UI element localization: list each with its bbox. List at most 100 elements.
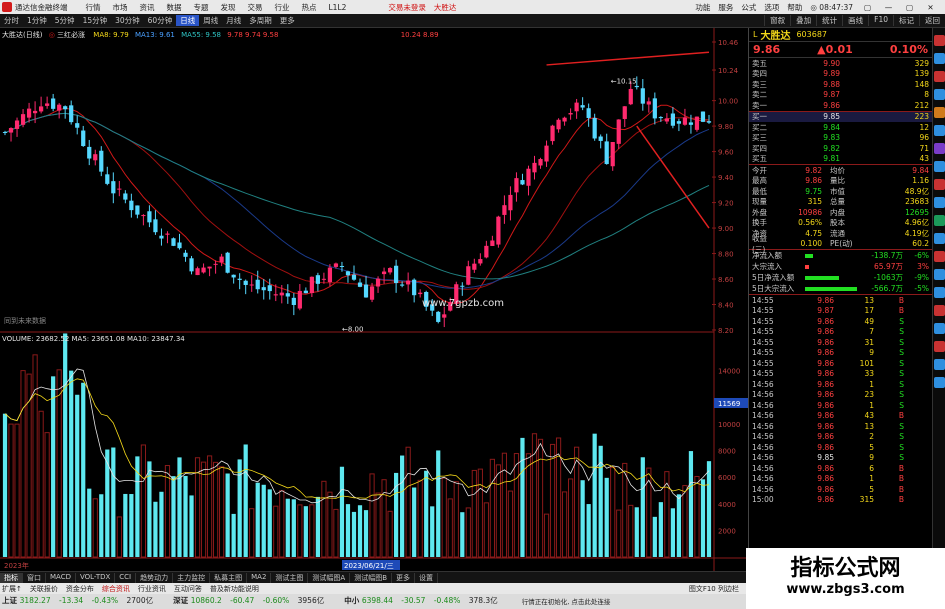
stock-notice[interactable]: 大胜达: [434, 2, 457, 13]
bid-row[interactable]: 买二 9.84 12: [749, 122, 932, 133]
menu-item-5[interactable]: 发现: [221, 3, 236, 12]
side-tool-icon[interactable]: [934, 305, 945, 316]
side-tool-icon[interactable]: [934, 251, 945, 262]
indicator-tab-1[interactable]: 窗口: [23, 572, 46, 583]
side-tool-icon[interactable]: [934, 53, 945, 64]
ask-row[interactable]: 卖一 9.86 212: [749, 100, 932, 111]
volume-bar: [183, 475, 188, 557]
side-tool-icon[interactable]: [934, 287, 945, 298]
side-tool-icon[interactable]: [934, 377, 945, 388]
period-tab-10[interactable]: 更多: [276, 15, 299, 26]
toolbar-btn-4[interactable]: F10: [868, 15, 893, 26]
toolbar-btn-1[interactable]: 叠加: [790, 15, 816, 26]
side-tool-icon[interactable]: [934, 161, 945, 172]
side-tool-icon[interactable]: [934, 71, 945, 82]
indicator-tab-3[interactable]: VOL-TDX: [76, 572, 116, 583]
side-tool-icon[interactable]: [934, 89, 945, 100]
indicator-tab-12[interactable]: 更多: [392, 572, 416, 583]
indicator-tab-10[interactable]: 测试幅图A: [308, 572, 351, 583]
menu-item-2[interactable]: 资讯: [140, 3, 155, 12]
period-tab-7[interactable]: 周线: [199, 15, 222, 26]
login-notice[interactable]: 交易未登录: [388, 2, 426, 13]
kline-chart-area[interactable]: 10.46 10.24 10.00 9.80 9.60 9.40 9.20 9.00 8.80 8…: [0, 28, 748, 571]
ext-tab-3[interactable]: 综合资讯: [102, 584, 130, 594]
indicator-tab-7[interactable]: 私募主图: [210, 572, 248, 583]
tick-list[interactable]: 14:55 9.86 13 B 14:55 9.87 17 B 14:55 9.86 49 S 14:5…: [749, 294, 932, 505]
menu-item-3[interactable]: 数据: [167, 3, 182, 12]
toolbar-btn-5[interactable]: 标记: [893, 15, 919, 26]
toolbar-btn-3[interactable]: 画线: [842, 15, 868, 26]
bid-row[interactable]: 买五 9.81 43: [749, 154, 932, 165]
period-tab-4[interactable]: 30分钟: [111, 15, 144, 26]
indicator-tab-0[interactable]: 指标: [0, 572, 23, 583]
index-item[interactable]: 深证 10860.2 -60.47 -0.60% 3956亿: [173, 595, 330, 606]
ext-tab-6[interactable]: 普及新功能说明: [210, 584, 259, 594]
candle-body: [406, 280, 411, 285]
period-tab-2[interactable]: 5分钟: [51, 15, 79, 26]
indicator-tab-4[interactable]: CCI: [115, 572, 137, 583]
top-right-item-0[interactable]: 功能: [695, 2, 710, 13]
kline-svg[interactable]: 10.46 10.24 10.00 9.80 9.60 9.40 9.20 9.00 8.80 8…: [0, 28, 748, 571]
menu-item-1[interactable]: 市场: [113, 3, 128, 12]
period-tab-1[interactable]: 1分钟: [23, 15, 51, 26]
f10-link[interactable]: 图文F10 列边栏: [689, 584, 739, 594]
side-tool-icon[interactable]: [934, 197, 945, 208]
side-tool-icon[interactable]: [934, 179, 945, 190]
connection-status[interactable]: 行情正在初始化, 点击此处连接: [522, 596, 611, 606]
maximize-icon[interactable]: ▢: [903, 3, 916, 12]
side-tool-icon[interactable]: [934, 341, 945, 352]
bid-row[interactable]: 买一 9.85 223: [749, 111, 932, 122]
indicator-tab-6[interactable]: 主力监控: [173, 572, 211, 583]
top-right-item-3[interactable]: 选项: [764, 2, 779, 13]
menu-item-7[interactable]: 行业: [275, 3, 290, 12]
side-tool-icon[interactable]: [934, 215, 945, 226]
ext-tab-0[interactable]: 扩展↑: [2, 584, 22, 594]
side-tool-icon[interactable]: [934, 359, 945, 370]
period-tab-9[interactable]: 多周期: [245, 15, 276, 26]
menu-item-6[interactable]: 交易: [248, 3, 263, 12]
menu-item-0[interactable]: 行情: [86, 3, 101, 12]
ask-row[interactable]: 卖三 9.88 148: [749, 79, 932, 90]
ext-tab-2[interactable]: 资金分布: [66, 584, 94, 594]
top-right-item-2[interactable]: 公式: [741, 2, 756, 13]
ext-tab-1[interactable]: 关联报价: [30, 584, 58, 594]
menu-item-9[interactable]: L1L2: [329, 3, 347, 12]
indicator-tab-11[interactable]: 测试幅图B: [350, 572, 393, 583]
index-item[interactable]: 中小 6398.44 -30.57 -0.48% 378.3亿: [344, 595, 504, 606]
menu-item-8[interactable]: 热点: [302, 3, 317, 12]
indicator-tab-13[interactable]: 设置: [415, 572, 439, 583]
indicator-tab-2[interactable]: MACD: [46, 572, 76, 583]
bid-row[interactable]: 买四 9.82 71: [749, 143, 932, 154]
top-right-item-4[interactable]: 帮助: [787, 2, 802, 13]
minimize-icon[interactable]: —: [882, 3, 895, 12]
toolbar-btn-0[interactable]: 窗叙: [764, 15, 790, 26]
side-tool-icon[interactable]: [934, 269, 945, 280]
side-tool-icon[interactable]: [934, 323, 945, 334]
side-tool-icon[interactable]: [934, 125, 945, 136]
top-right-item-1[interactable]: 服务: [718, 2, 733, 13]
toolbar-btn-6[interactable]: 返回: [919, 15, 945, 26]
period-tab-0[interactable]: 分时: [0, 15, 23, 26]
side-tool-icon[interactable]: [934, 233, 945, 244]
indicator-tab-5[interactable]: 趋势动力: [136, 572, 174, 583]
close-icon[interactable]: ✕: [924, 3, 937, 12]
ask-row[interactable]: 卖二 9.87 8: [749, 90, 932, 101]
restore-icon[interactable]: ▢: [861, 3, 874, 12]
ask-row[interactable]: 卖四 9.89 139: [749, 69, 932, 80]
ext-tab-4[interactable]: 行业资讯: [138, 584, 166, 594]
side-tool-icon[interactable]: [934, 35, 945, 46]
period-tab-5[interactable]: 60分钟: [144, 15, 177, 26]
indicator-tab-9[interactable]: 测试主图: [271, 572, 309, 583]
side-tool-icon[interactable]: [934, 107, 945, 118]
bid-row[interactable]: 买三 9.83 96: [749, 133, 932, 144]
indicator-tab-8[interactable]: MA2: [247, 572, 272, 583]
side-tool-icon[interactable]: [934, 143, 945, 154]
menu-item-4[interactable]: 专题: [194, 3, 209, 12]
period-tab-3[interactable]: 15分钟: [79, 15, 112, 26]
toolbar-btn-2[interactable]: 统计: [816, 15, 842, 26]
period-tab-6[interactable]: 日线: [176, 15, 200, 26]
period-tab-8[interactable]: 月线: [222, 15, 245, 26]
ask-row[interactable]: 卖五 9.90 329: [749, 58, 932, 69]
index-item[interactable]: 上证 3182.27 -13.34 -0.43% 2700亿: [2, 595, 159, 606]
ext-tab-5[interactable]: 互动问答: [174, 584, 202, 594]
